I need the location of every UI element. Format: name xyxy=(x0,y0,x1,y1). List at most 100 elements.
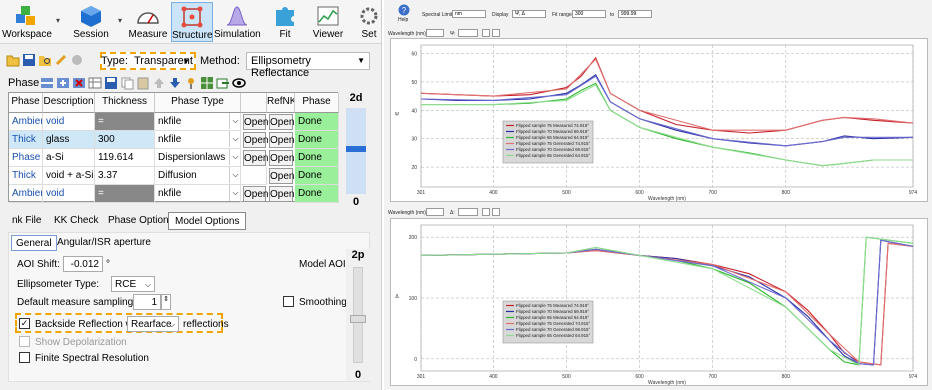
session-dropdown-icon[interactable]: ▾ xyxy=(118,16,122,25)
save-icon[interactable] xyxy=(22,53,36,67)
move-up-icon[interactable] xyxy=(152,76,166,90)
wavelength-readout-top[interactable] xyxy=(426,29,444,37)
cell-thickness[interactable]: 3.37 xyxy=(95,167,155,185)
tab-nk-file[interactable]: nk File xyxy=(6,212,47,230)
cell-description[interactable]: a-Si xyxy=(43,149,95,167)
ribbon-toolbar: Workspace ▾ Session ▾ Measure Structure xyxy=(0,0,381,44)
delta-plot-frame[interactable]: 0 100 200 301 400 500 600 700 800 974 Wavelength (… xyxy=(390,218,928,386)
open-button[interactable]: Open xyxy=(243,114,268,130)
refnk-open-button[interactable]: Open xyxy=(269,150,294,166)
open-button[interactable]: Open xyxy=(243,132,268,148)
copy-icon[interactable] xyxy=(120,76,134,90)
paste-icon[interactable] xyxy=(136,76,150,90)
table-icon[interactable] xyxy=(88,76,102,90)
refnk-open-button[interactable]: Open xyxy=(269,168,294,184)
open-button[interactable]: Open xyxy=(243,186,268,202)
cell-thickness[interactable]: 300 xyxy=(95,131,155,149)
subtab-angular-aperture[interactable]: Angular/ISR aperture xyxy=(53,235,155,251)
finite-resolution-label: Finite Spectral Resolution xyxy=(35,353,149,364)
tab-kk-check[interactable]: KK Check xyxy=(48,212,104,230)
cell-phase[interactable]: Ambient xyxy=(9,113,43,131)
fit-range-from-input[interactable]: 300 xyxy=(572,10,606,18)
clear-icon[interactable] xyxy=(54,53,68,67)
gray-disc-icon[interactable] xyxy=(70,53,84,67)
crosshair-icon[interactable] xyxy=(492,29,500,37)
cell-description[interactable]: void xyxy=(43,113,95,131)
spectral-limit-select[interactable]: nm xyxy=(452,10,486,18)
ellipsometer-type-select[interactable]: RCE ⌵ xyxy=(111,276,155,292)
chevron-down-icon[interactable]: ⌵ xyxy=(229,113,241,129)
structure-button[interactable]: Structure xyxy=(171,2,213,42)
cell-description[interactable]: glass xyxy=(43,131,95,149)
cell-description[interactable]: void xyxy=(43,185,95,203)
cell-phase[interactable]: Ambient xyxy=(9,185,43,203)
eye-icon[interactable] xyxy=(232,76,246,90)
phase-scale-slider[interactable]: 2d 0 xyxy=(341,92,371,208)
help-icon[interactable]: ? xyxy=(398,4,410,16)
display-select[interactable]: Ψ, Δ xyxy=(512,10,546,18)
pin-icon[interactable] xyxy=(184,76,198,90)
slider-thumb[interactable] xyxy=(350,315,366,323)
refnk-open-button[interactable]: Open xyxy=(269,132,294,148)
refnk-open-button[interactable]: Open xyxy=(269,114,294,130)
workspace-button[interactable]: Workspace ▾ xyxy=(2,2,60,42)
x-tick-label: 500 xyxy=(562,374,571,380)
export-icon[interactable] xyxy=(216,76,230,90)
viewer-button[interactable]: Viewer xyxy=(308,2,348,42)
grid-icon[interactable] xyxy=(200,76,214,90)
tab-model-options[interactable]: Model Options xyxy=(168,212,247,230)
fit-range-to-input[interactable]: 999.99 xyxy=(618,10,652,18)
aoi-shift-input[interactable]: -0.012 xyxy=(63,256,103,272)
move-down-icon[interactable] xyxy=(168,76,182,90)
open-folder-icon[interactable] xyxy=(6,53,20,67)
finite-resolution-checkbox[interactable] xyxy=(19,352,30,363)
spinner-icon[interactable]: ⇕ xyxy=(161,294,171,310)
cell-thickness[interactable]: = xyxy=(95,113,155,131)
insert-phase-icon[interactable] xyxy=(56,76,70,90)
y-tick-label: 40 xyxy=(411,108,417,114)
smoothing-checkbox[interactable] xyxy=(283,296,294,307)
backside-reflection-checkbox[interactable]: ✓ xyxy=(19,318,30,329)
structure-label: Structure xyxy=(172,30,213,41)
psi-plot-frame[interactable]: 20 30 40 50 60 301 400 500 600 700 800 974 Wavelengt… xyxy=(390,38,928,202)
chevron-down-icon[interactable]: ⌵ xyxy=(229,131,241,147)
add-phase-icon[interactable] xyxy=(40,76,54,90)
default-sampling-input[interactable]: 1 xyxy=(133,294,161,310)
zoom-box-icon[interactable] xyxy=(482,208,490,216)
session-button[interactable]: Session ▾ xyxy=(68,2,122,42)
cell-phase[interactable]: Thick xyxy=(9,131,43,149)
delete-phase-icon[interactable] xyxy=(72,76,86,90)
workspace-dropdown-icon[interactable]: ▾ xyxy=(56,16,60,25)
simulation-button[interactable]: Simulation xyxy=(214,2,261,42)
measure-button[interactable]: Measure xyxy=(126,2,170,42)
settings-button[interactable]: Set xyxy=(356,2,381,42)
cell-phase[interactable]: Phase 2 xyxy=(9,149,43,167)
crosshair-icon[interactable] xyxy=(492,208,500,216)
subtab-general[interactable]: General xyxy=(11,235,57,251)
psi-readout[interactable] xyxy=(458,29,478,37)
zoom-box-icon[interactable] xyxy=(482,29,490,37)
chevron-down-icon[interactable]: ⌵ xyxy=(229,167,241,183)
method-select[interactable]: Ellipsometry Reflectance ▼ xyxy=(246,52,370,79)
chevron-down-icon[interactable]: ⌵ xyxy=(229,149,241,165)
cell-phase[interactable]: Thick xyxy=(9,167,43,185)
legend-entry: Flipped sample 75 Generated 74.915° xyxy=(516,141,590,146)
refnk-open-button[interactable]: Open xyxy=(269,186,294,202)
slider-top-label: 2d xyxy=(349,92,363,104)
fit-button[interactable]: Fit xyxy=(268,2,302,42)
open-button[interactable]: Open xyxy=(243,150,268,166)
delta-readout[interactable] xyxy=(458,208,478,216)
cell-description[interactable]: void + a-Si xyxy=(43,167,95,185)
search-folder-icon[interactable] xyxy=(38,53,52,67)
chevron-down-icon[interactable]: ⌵ xyxy=(229,185,241,201)
type-select[interactable]: Type: Transparent ▼ xyxy=(100,52,196,70)
model-aoi-slider[interactable]: 2p 0 xyxy=(346,249,370,381)
cell-thickness[interactable]: = xyxy=(95,185,155,203)
show-depolarization-checkbox[interactable] xyxy=(19,336,30,347)
cell-thickness[interactable]: 119.614 xyxy=(95,149,155,167)
slider-thumb[interactable] xyxy=(346,146,366,152)
legend-entry: Flipped sample 65 Generated 64.915° xyxy=(516,333,590,338)
save-icon[interactable] xyxy=(104,76,118,90)
backside-mode-select[interactable]: Rearface ⌵ xyxy=(127,316,179,332)
wavelength-readout-bottom[interactable] xyxy=(426,208,444,216)
